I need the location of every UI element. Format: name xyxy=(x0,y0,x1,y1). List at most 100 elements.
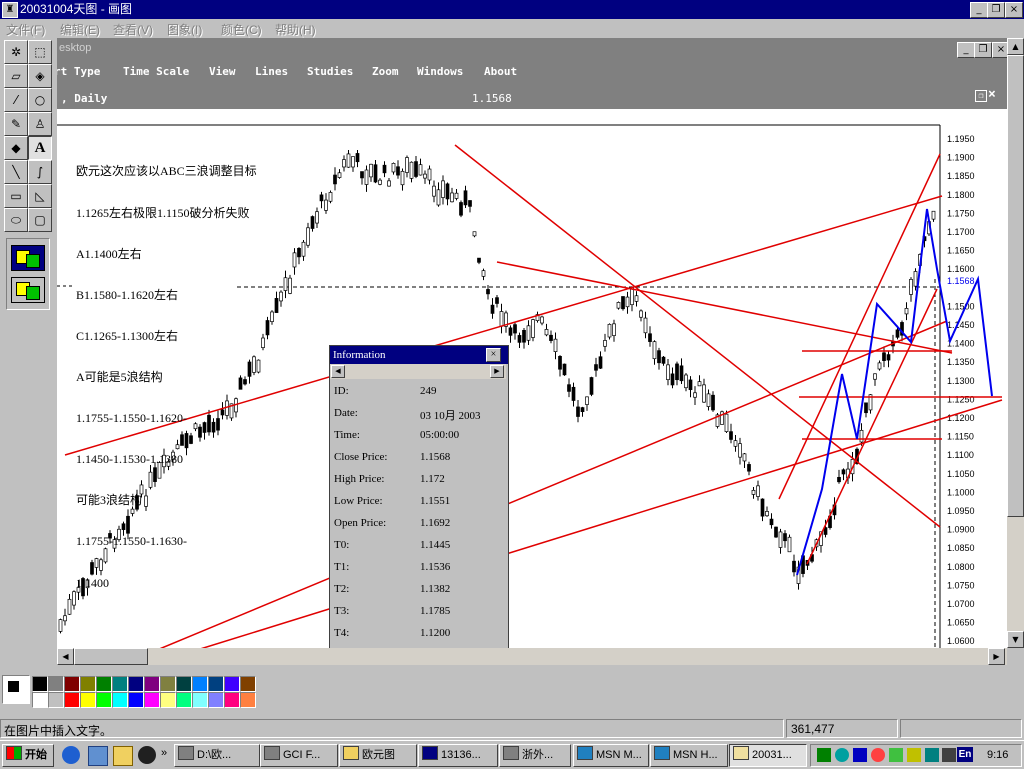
horizontal-scroll-thumb[interactable] xyxy=(74,648,148,665)
price-axis-label: 1.1300 xyxy=(947,376,975,386)
task-button[interactable]: 浙外... xyxy=(499,744,571,767)
palette-swatch[interactable] xyxy=(48,692,64,708)
pencil-icon[interactable]: ✎ xyxy=(4,112,28,136)
paint-canvas[interactable]: esktop _ ❐ × rt Type Time Scale View Lin… xyxy=(57,38,1007,650)
channel-icon[interactable] xyxy=(113,746,133,766)
palette-swatch[interactable] xyxy=(160,692,176,708)
palette-swatch[interactable] xyxy=(224,676,240,692)
palette-swatch[interactable] xyxy=(96,692,112,708)
scroll-left-icon[interactable]: ◀ xyxy=(57,648,74,665)
minimize-button[interactable]: _ xyxy=(970,2,988,18)
task-button[interactable]: 13136... xyxy=(418,744,498,767)
menu-help[interactable]: 帮助(H) xyxy=(275,21,316,38)
palette-swatch[interactable] xyxy=(176,676,192,692)
task-label: 20031... xyxy=(752,749,792,761)
task-button-active[interactable]: 20031... xyxy=(729,744,807,767)
palette-swatch[interactable] xyxy=(48,676,64,692)
tray-icon[interactable] xyxy=(835,748,849,762)
palette-swatch[interactable] xyxy=(240,676,256,692)
foreground-color[interactable] xyxy=(7,680,20,693)
task-icon xyxy=(503,746,519,760)
eraser-icon[interactable]: ▱ xyxy=(4,64,28,88)
close-button[interactable]: × xyxy=(1005,2,1023,18)
more-quicklaunch-icon[interactable]: » xyxy=(161,747,167,759)
palette-swatch[interactable] xyxy=(208,692,224,708)
paint-app-icon[interactable]: ♜ xyxy=(2,2,18,18)
rectangle-icon[interactable]: ▭ xyxy=(4,184,28,208)
airbrush-icon[interactable]: ◆ xyxy=(4,136,28,160)
tray-icon[interactable] xyxy=(907,748,921,762)
polygon-icon[interactable]: ◺ xyxy=(28,184,52,208)
free-select-icon[interactable]: ✲ xyxy=(4,40,28,64)
palette-swatch[interactable] xyxy=(80,676,96,692)
palette-swatch[interactable] xyxy=(64,676,80,692)
current-colors[interactable] xyxy=(2,675,30,704)
ellipse-icon[interactable]: ⬭ xyxy=(4,208,28,232)
captured-menu-windows: Windows xyxy=(417,65,464,78)
palette-swatch[interactable] xyxy=(176,692,192,708)
candle-body xyxy=(513,324,517,334)
candle-body xyxy=(315,211,319,224)
palette-swatch[interactable] xyxy=(192,692,208,708)
palette-swatch[interactable] xyxy=(128,692,144,708)
fill-bucket-icon[interactable]: ◈ xyxy=(28,64,52,88)
tray-icon[interactable] xyxy=(889,748,903,762)
palette-swatch[interactable] xyxy=(144,676,160,692)
palette-swatch[interactable] xyxy=(160,676,176,692)
menu-view[interactable]: 查看(V) xyxy=(113,21,153,38)
restore-button[interactable]: ❐ xyxy=(987,2,1005,18)
candle-body xyxy=(769,518,774,526)
tray-icon[interactable] xyxy=(817,748,831,762)
palette-swatch[interactable] xyxy=(96,676,112,692)
task-button[interactable]: 欧元图 xyxy=(339,744,417,767)
scroll-down-icon[interactable]: ▼ xyxy=(1007,631,1024,648)
speaker-icon[interactable] xyxy=(942,748,956,762)
palette-swatch[interactable] xyxy=(192,676,208,692)
transparent-mode-icon[interactable] xyxy=(11,277,45,303)
pick-color-icon[interactable]: ⁄ xyxy=(4,88,28,112)
input-language-icon[interactable]: En xyxy=(957,747,973,762)
task-button[interactable]: D:\欧... xyxy=(174,744,260,767)
palette-swatch[interactable] xyxy=(112,692,128,708)
ie-browser-icon[interactable] xyxy=(62,746,80,764)
scroll-right-icon[interactable]: ▶ xyxy=(988,648,1005,665)
candle-body xyxy=(319,194,324,202)
vertical-scroll-thumb[interactable] xyxy=(1007,55,1024,517)
rounded-rect-icon[interactable]: ▢ xyxy=(28,208,52,232)
brush-icon[interactable]: ♙ xyxy=(28,112,52,136)
chart-header-price: 1.1568 xyxy=(472,92,512,105)
curve-icon[interactable]: ∫ xyxy=(28,160,52,184)
menu-image[interactable]: 图象(I) xyxy=(167,21,202,38)
start-button[interactable]: 开始 xyxy=(2,744,54,767)
qq-icon[interactable] xyxy=(138,746,156,764)
magnifier-icon[interactable]: ○ xyxy=(28,88,52,112)
horizontal-scrollbar[interactable]: ◀ ▶ xyxy=(57,648,1007,665)
text-tool-icon[interactable]: A xyxy=(28,136,52,160)
palette-swatch[interactable] xyxy=(208,676,224,692)
palette-swatch[interactable] xyxy=(144,692,160,708)
task-button[interactable]: MSN H... xyxy=(650,744,728,767)
line-icon[interactable]: ╲ xyxy=(4,160,28,184)
palette-swatch[interactable] xyxy=(224,692,240,708)
scroll-up-icon[interactable]: ▲ xyxy=(1007,38,1024,55)
palette-swatch[interactable] xyxy=(32,676,48,692)
palette-swatch[interactable] xyxy=(112,676,128,692)
palette-swatch[interactable] xyxy=(64,692,80,708)
menu-edit[interactable]: 编辑(E) xyxy=(60,21,100,38)
rect-select-icon[interactable]: ⬚ xyxy=(28,40,52,64)
palette-swatch[interactable] xyxy=(80,692,96,708)
task-button[interactable]: GCI F... xyxy=(260,744,338,767)
palette-swatch[interactable] xyxy=(128,676,144,692)
candle-body xyxy=(526,325,531,341)
desktop-icon[interactable] xyxy=(88,746,108,766)
task-button[interactable]: MSN M... xyxy=(573,744,649,767)
palette-swatch[interactable] xyxy=(32,692,48,708)
tray-icon[interactable] xyxy=(925,748,939,762)
menu-colors[interactable]: 颜色(C) xyxy=(221,21,262,38)
palette-swatch[interactable] xyxy=(240,692,256,708)
tray-icon[interactable] xyxy=(871,748,885,762)
menu-file[interactable]: 文件(F) xyxy=(6,21,45,38)
tray-icon[interactable] xyxy=(853,748,867,762)
opaque-mode-icon[interactable] xyxy=(11,245,45,271)
vertical-scrollbar[interactable]: ▲ ▼ xyxy=(1007,38,1024,650)
